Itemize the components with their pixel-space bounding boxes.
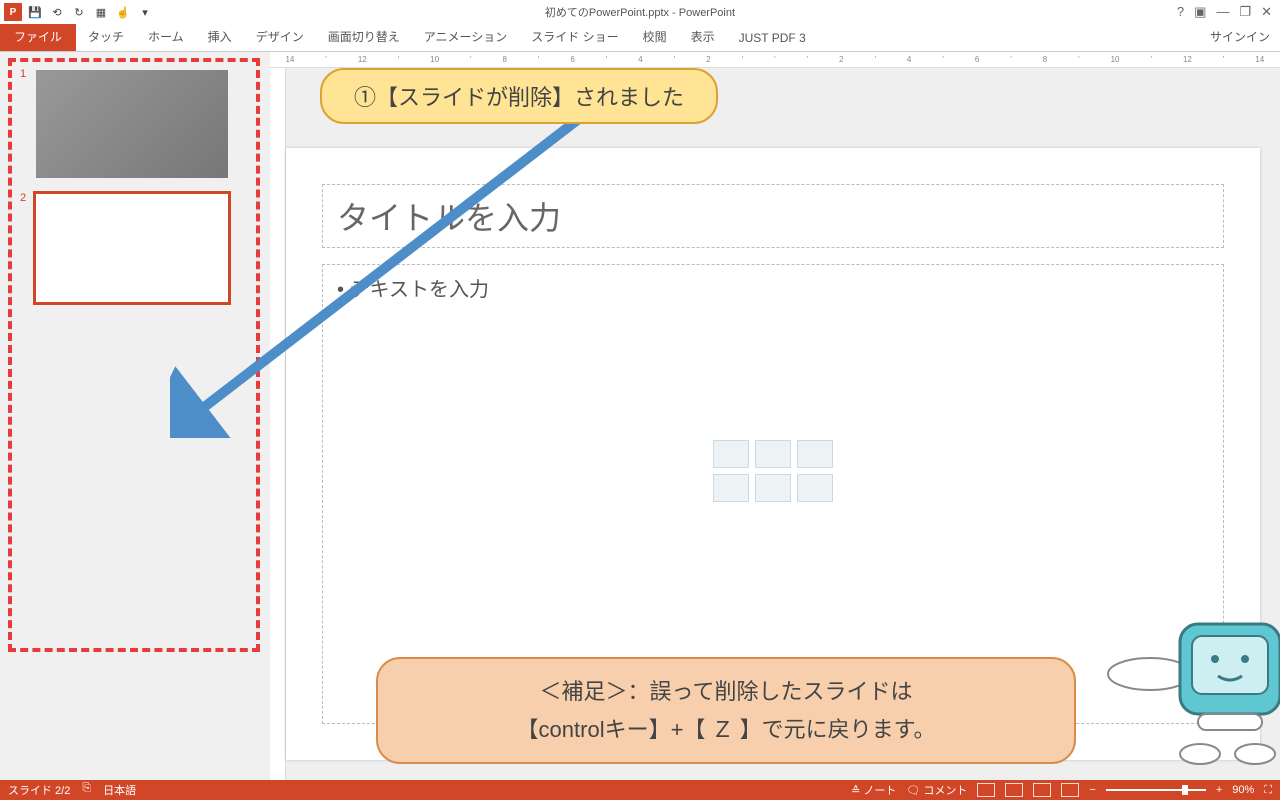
start-from-beginning-icon[interactable]: ▦ — [92, 3, 110, 21]
powerpoint-app-icon: P — [4, 3, 22, 21]
title-text: タイトルを入力 — [337, 193, 1209, 239]
title-placeholder[interactable]: タイトルを入力 — [322, 184, 1224, 248]
insert-online-picture-icon[interactable] — [755, 474, 791, 502]
horizontal-ruler: 14'12' 10'8' 6'4' 2''' 2'4' 6'8' 10'12' … — [270, 52, 1280, 68]
callout2-line2: 【controlキー】+【 Ｚ 】で元に戻ります。 — [410, 711, 1042, 748]
callout2-line1: ＜補足＞：誤って削除したスライドは — [410, 673, 1042, 710]
slide-thumbnail-panel: 1 2 — [0, 52, 270, 780]
reading-view-icon[interactable] — [1033, 783, 1051, 797]
zoom-level[interactable]: 90% — [1232, 784, 1254, 796]
redo-icon[interactable]: ↻ — [70, 3, 88, 21]
body-text: • テキストを入力 — [337, 273, 1209, 302]
insert-table-icon[interactable] — [713, 440, 749, 468]
save-icon[interactable]: 💾 — [26, 3, 44, 21]
spellcheck-icon[interactable]: ⎘ — [82, 782, 91, 798]
tab-home[interactable]: ホーム — [136, 22, 196, 51]
vertical-ruler — [270, 68, 286, 780]
slide-thumbnail-1[interactable]: 1 — [36, 70, 228, 178]
tab-review[interactable]: 校閲 — [631, 22, 679, 51]
touch-mode-icon[interactable]: ☝ — [114, 3, 132, 21]
tab-design[interactable]: デザイン — [244, 22, 316, 51]
content-insert-icons[interactable] — [713, 440, 833, 502]
insert-video-icon[interactable] — [797, 474, 833, 502]
annotation-callout-1: ①【スライドが削除】されました — [320, 68, 718, 124]
tab-justpdf[interactable]: JUST PDF 3 — [727, 25, 818, 51]
insert-smartart-icon[interactable] — [797, 440, 833, 468]
quick-access-toolbar: P 💾 ⟲ ↻ ▦ ☝ ▾ — [0, 3, 154, 21]
thumb-number: 1 — [20, 68, 26, 80]
sign-in-link[interactable]: サインイン — [1200, 22, 1280, 51]
slideshow-view-icon[interactable] — [1061, 783, 1079, 797]
mascot-character — [1080, 594, 1280, 774]
zoom-slider[interactable] — [1106, 789, 1206, 791]
tab-transitions[interactable]: 画面切り替え — [316, 22, 412, 51]
insert-picture-icon[interactable] — [713, 474, 749, 502]
minimize-icon[interactable]: — — [1216, 4, 1229, 20]
restore-icon[interactable]: ❐ — [1239, 4, 1251, 20]
annotation-dashed-region: 1 2 — [8, 58, 260, 652]
zoom-in-button[interactable]: + — [1216, 784, 1222, 796]
language-label[interactable]: 日本語 — [103, 782, 136, 798]
qat-dropdown-icon[interactable]: ▾ — [136, 3, 154, 21]
close-icon[interactable]: ✕ — [1261, 4, 1272, 20]
ribbon-display-options-icon[interactable]: ▣ — [1194, 4, 1206, 20]
tab-view[interactable]: 表示 — [679, 22, 727, 51]
annotation-callout-2: ＜補足＞：誤って削除したスライドは 【controlキー】+【 Ｚ 】で元に戻り… — [376, 657, 1076, 764]
zoom-out-button[interactable]: − — [1089, 784, 1095, 796]
slide-counter: スライド 2/2 — [8, 782, 70, 798]
normal-view-icon[interactable] — [977, 783, 995, 797]
tab-file[interactable]: ファイル — [0, 22, 76, 51]
thumb-number: 2 — [20, 192, 26, 204]
tab-animations[interactable]: アニメーション — [412, 22, 520, 51]
help-icon[interactable]: ? — [1177, 4, 1184, 20]
insert-chart-icon[interactable] — [755, 440, 791, 468]
window-title: 初めてのPowerPoint.pptx - PowerPoint — [0, 4, 1280, 20]
comments-button[interactable]: 🗨 コメント — [906, 782, 967, 798]
window-controls: ? ▣ — ❐ ✕ — [1177, 4, 1280, 20]
zoom-knob[interactable] — [1182, 785, 1188, 795]
slide-thumbnail-2[interactable]: 2 — [36, 194, 228, 302]
ribbon-tabs: ファイル タッチ ホーム 挿入 デザイン 画面切り替え アニメーション スライド… — [0, 24, 1280, 52]
undo-icon[interactable]: ⟲ — [48, 3, 66, 21]
tab-insert[interactable]: 挿入 — [196, 22, 244, 51]
slide-sorter-view-icon[interactable] — [1005, 783, 1023, 797]
tab-slideshow[interactable]: スライド ショー — [519, 22, 630, 51]
tab-touch[interactable]: タッチ — [76, 22, 136, 51]
fit-to-window-icon[interactable]: ⛶ — [1264, 784, 1272, 797]
status-bar: スライド 2/2 ⎘ 日本語 ≙ ノート 🗨 コメント − + 90% ⛶ — [0, 780, 1280, 800]
notes-button[interactable]: ≙ ノート — [851, 782, 896, 798]
title-bar: P 💾 ⟲ ↻ ▦ ☝ ▾ 初めてのPowerPoint.pptx - Powe… — [0, 0, 1280, 24]
